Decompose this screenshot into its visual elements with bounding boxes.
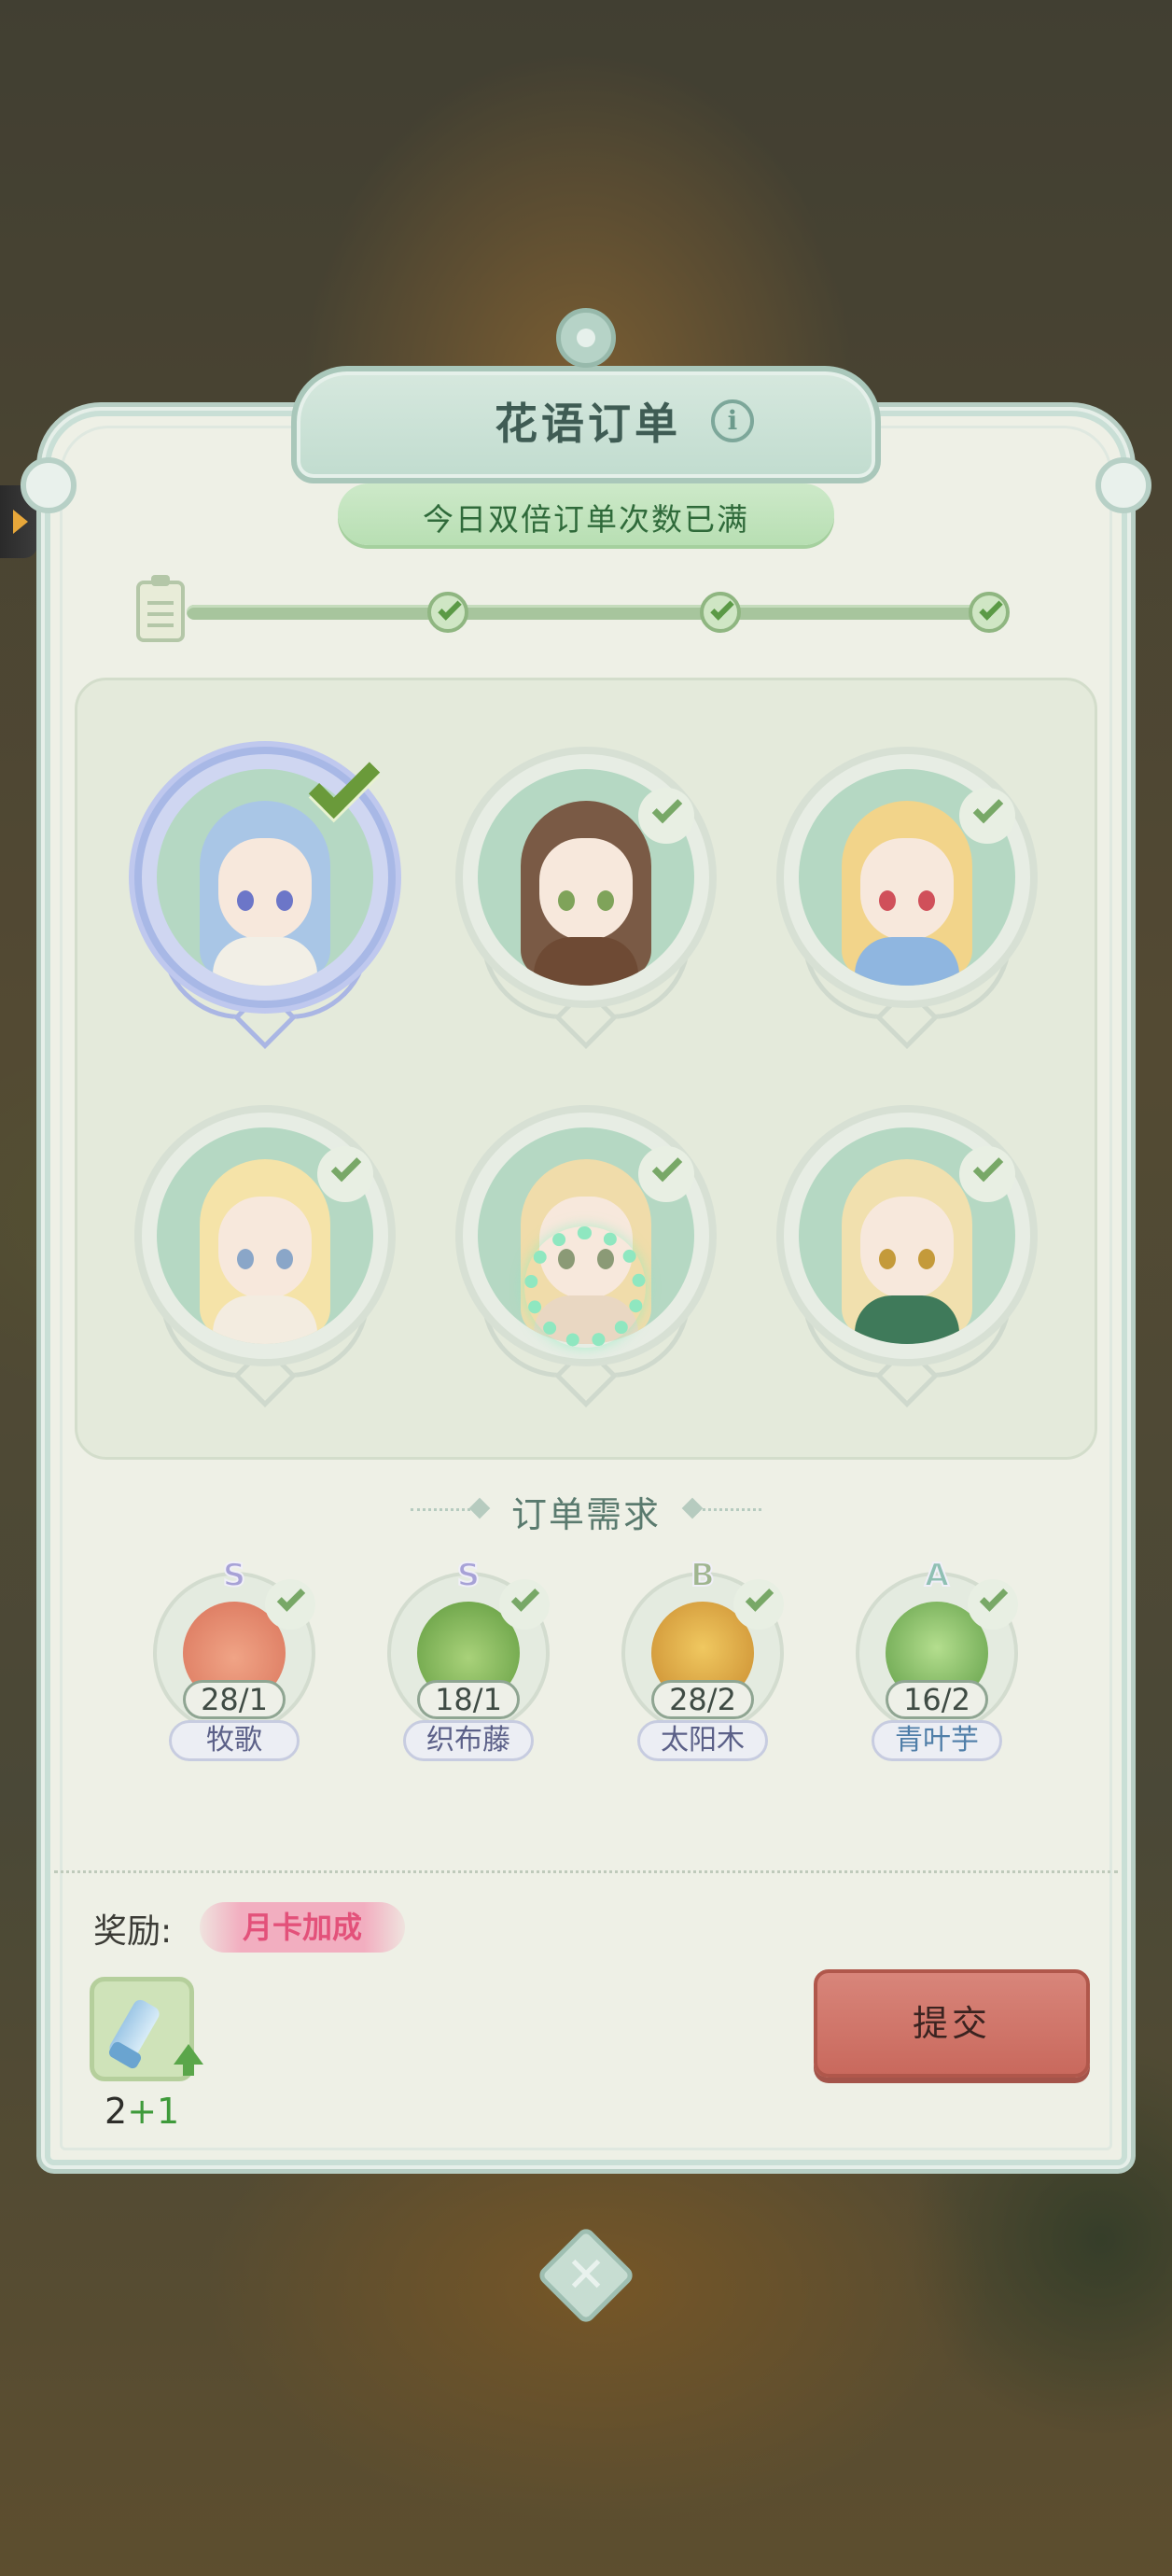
grade-badge: S <box>456 1556 481 1595</box>
dialog-corner-ornament-left <box>21 457 77 513</box>
character-slot-1[interactable] <box>125 747 405 1064</box>
loading-spinner-icon <box>524 1226 646 1348</box>
grade-badge: B <box>690 1556 716 1595</box>
close-icon[interactable]: ✕ <box>551 2240 621 2311</box>
character-slot-6[interactable] <box>767 1105 1047 1422</box>
completed-check-icon <box>265 1579 315 1630</box>
flower-ornament-icon <box>556 308 616 368</box>
item-count: 18/1 <box>417 1680 520 1719</box>
grade-badge: A <box>924 1556 950 1595</box>
character-slot-4[interactable] <box>125 1105 405 1422</box>
requirement-item-2[interactable]: S 18/1 织布藤 <box>380 1556 557 1771</box>
check-icon <box>438 596 462 621</box>
requirement-item-4[interactable]: A 16/2 青叶芋 <box>848 1556 1026 1771</box>
progress-checkpoint-1 <box>427 592 468 633</box>
reward-label: 奖励: <box>93 1912 173 1951</box>
monthly-card-bonus-tag: 月卡加成 <box>200 1902 405 1953</box>
requirement-item-3[interactable]: B 28/2 太阳木 <box>614 1556 791 1771</box>
item-name: 织布藤 <box>403 1720 534 1761</box>
reward-count: 2+1 <box>105 2091 179 2132</box>
completed-check-icon <box>499 1579 550 1630</box>
item-name: 牧歌 <box>169 1720 300 1761</box>
grade-badge: S <box>222 1556 247 1595</box>
divider-line-right <box>696 1508 761 1511</box>
dialog-corner-ornament-right <box>1095 457 1151 513</box>
item-count: 16/2 <box>886 1680 988 1719</box>
requirement-item-1[interactable]: S 28/1 牧歌 <box>146 1556 323 1771</box>
completed-check-icon <box>293 747 396 840</box>
requirements-title: 订单需求 <box>510 1494 661 1535</box>
section-divider <box>54 1870 1118 1873</box>
character-slot-3[interactable] <box>767 747 1047 1064</box>
completed-check-icon <box>959 788 1015 844</box>
progress-checkpoint-3 <box>969 592 1010 633</box>
item-name: 太阳木 <box>637 1720 768 1761</box>
item-count: 28/2 <box>651 1680 754 1719</box>
progress-checkpoint-2 <box>700 592 741 633</box>
progress-track <box>187 605 989 620</box>
info-icon[interactable]: i <box>711 399 754 442</box>
reward-item-slot[interactable] <box>90 1977 194 2081</box>
item-name: 青叶芋 <box>872 1720 1002 1761</box>
completed-check-icon <box>968 1579 1018 1630</box>
check-icon <box>979 596 1003 621</box>
check-icon <box>710 596 734 621</box>
character-slot-2[interactable] <box>446 747 726 1064</box>
completed-check-icon <box>959 1146 1015 1202</box>
completed-check-icon <box>638 1146 694 1202</box>
bonus-up-arrow-icon <box>174 2044 203 2076</box>
completed-check-icon <box>638 788 694 844</box>
reward-count-bonus: +1 <box>127 2091 180 2132</box>
completed-check-icon <box>733 1579 784 1630</box>
reward-count-base: 2 <box>105 2091 128 2132</box>
notice-text: 今日双倍订单次数已满 <box>423 501 749 538</box>
completed-check-icon <box>317 1146 373 1202</box>
dialog-title: 花语订单 <box>495 399 681 449</box>
submit-button[interactable]: 提交 <box>814 1969 1090 2078</box>
clipboard-icon <box>136 575 185 642</box>
item-count: 28/1 <box>183 1680 286 1719</box>
